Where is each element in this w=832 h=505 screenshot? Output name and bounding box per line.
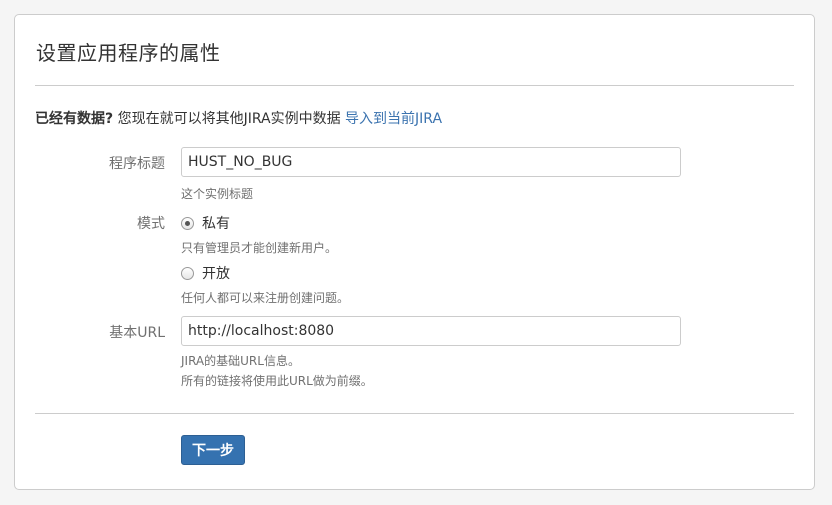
mode-label: 模式 — [137, 216, 165, 232]
app-title-label: 程序标题 — [109, 156, 165, 172]
base-url-help-1: JIRA的基础URL信息。 — [181, 354, 300, 368]
import-notice: 已经有数据? 您现在就可以将其他JIRA实例中数据 导入到当前JIRA — [35, 108, 442, 128]
setup-panel: 设置应用程序的属性 已经有数据? 您现在就可以将其他JIRA实例中数据 导入到当… — [14, 14, 815, 490]
mode-public-label: 开放 — [202, 266, 230, 282]
mode-public-radio[interactable] — [181, 266, 194, 280]
import-link[interactable]: 导入到当前JIRA — [345, 111, 442, 127]
import-text: 您现在就可以将其他JIRA实例中数据 — [113, 111, 346, 127]
mode-public-option[interactable]: 开放 — [181, 263, 230, 283]
import-question: 已经有数据? — [35, 111, 114, 127]
mode-private-option[interactable]: 私有 — [181, 213, 230, 233]
app-title-input[interactable] — [181, 147, 681, 177]
mode-private-radio[interactable] — [181, 216, 194, 230]
next-button[interactable]: 下一步 — [181, 435, 245, 465]
base-url-input[interactable] — [181, 316, 681, 346]
divider — [35, 85, 794, 86]
divider — [35, 413, 794, 414]
base-url-help-2: 所有的链接将使用此URL做为前缀。 — [181, 374, 373, 388]
base-url-label: 基本URL — [109, 325, 165, 341]
page-title: 设置应用程序的属性 — [36, 41, 221, 65]
mode-public-help: 任何人都可以来注册创建问题。 — [181, 291, 350, 305]
app-title-help: 这个实例标题 — [181, 187, 254, 201]
mode-private-help: 只有管理员才能创建新用户。 — [181, 241, 338, 255]
mode-private-label: 私有 — [202, 216, 230, 232]
